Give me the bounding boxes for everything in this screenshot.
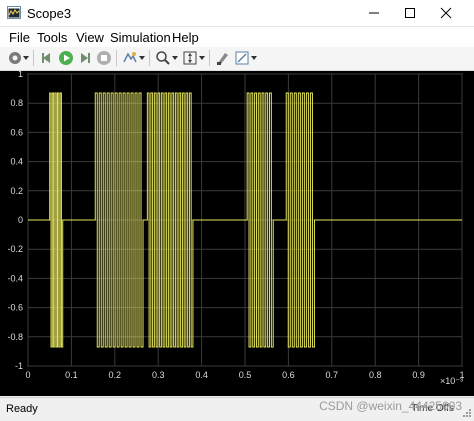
x-tick-label: 0.9 [412,370,425,380]
y-tick-label: 0.2 [10,186,23,196]
minimize-icon [369,12,379,14]
menu-tools[interactable]: Tools [37,30,67,45]
x-tick-label: 0 [25,370,30,380]
menu-view[interactable]: View [76,30,104,45]
toolbar [0,47,474,71]
menu-bar: File Tools View Simulation Help [0,27,474,47]
y-tick-labels: 1 0.8 0.6 0.4 0.2 0 -0.2 -0.4 -0.6 -0.8 -1 [7,69,23,371]
x-tick-label: 0.4 [195,370,208,380]
stop-icon[interactable] [96,50,112,66]
y-tick-label: -1 [15,361,23,371]
x-tick-label: 0.8 [369,370,382,380]
toolbar-separator [209,50,210,66]
x-tick-label: 0.3 [152,370,165,380]
x-tick-label: 0.5 [239,370,252,380]
title-bar: Scope3 [0,0,474,27]
y-tick-label: 0.6 [10,127,23,137]
x-tick-label: 0.1 [65,370,78,380]
y-tick-label: 0 [18,215,23,225]
highlight-dropdown-icon[interactable] [138,50,146,66]
settings-dropdown-icon[interactable] [22,50,30,66]
measure-dropdown-icon[interactable] [250,50,258,66]
x-axis-exponent: ×10⁻³ [440,376,463,386]
toolbar-separator [149,50,150,66]
x-tick-label: 0.2 [109,370,122,380]
y-tick-label: 0.8 [10,98,23,108]
menu-file[interactable]: File [9,30,30,45]
menu-simulation[interactable]: Simulation [110,30,171,45]
run-icon[interactable] [58,50,74,66]
status-text: Ready [6,403,38,415]
zoom-icon[interactable] [155,50,171,66]
fit-icon[interactable] [182,50,198,66]
style-icon[interactable] [215,50,231,66]
window-title: Scope3 [27,6,72,21]
scope-app-icon [7,6,21,19]
y-tick-label: -0.4 [7,273,23,283]
step-back-icon[interactable] [39,50,55,66]
y-tick-label: -0.6 [7,303,23,313]
fit-dropdown-icon[interactable] [198,50,206,66]
y-tick-label: 1 [18,71,23,79]
y-tick-label: -0.8 [7,332,23,342]
toolbar-separator [116,50,117,66]
settings-icon[interactable] [7,50,23,66]
y-tick-label: 0.4 [10,157,23,167]
watermark-text: CSDN @weixin_44425603 [319,399,462,413]
x-tick-label: 0.7 [326,370,339,380]
x-tick-labels: 0 0.1 0.2 0.3 0.4 0.5 0.6 0.7 0.8 0.9 1 [25,370,464,380]
highlight-icon[interactable] [122,50,138,66]
maximize-button[interactable] [392,0,428,26]
scope-display: 1 0.8 0.6 0.4 0.2 0 -0.2 -0.4 -0.6 -0.8 -1 0 0.1 0.2… [0,69,474,396]
close-icon [440,7,452,19]
maximize-icon [405,8,415,18]
close-button[interactable] [428,0,464,26]
toolbar-separator [33,50,34,66]
menu-help[interactable]: Help [172,30,199,45]
minimize-button[interactable] [356,0,392,26]
step-forward-icon[interactable] [77,50,93,66]
x-tick-label: 0.6 [282,370,295,380]
resize-grip-icon[interactable] [460,406,472,418]
scope-plot[interactable]: 1 0.8 0.6 0.4 0.2 0 -0.2 -0.4 -0.6 -0.8 -1 0 0.1 0.2… [0,69,474,396]
measure-icon[interactable] [234,50,250,66]
y-tick-label: -0.2 [7,244,23,254]
status-bar: Ready Time Offs CSDN @weixin_44425603 [0,397,474,421]
zoom-dropdown-icon[interactable] [171,50,179,66]
